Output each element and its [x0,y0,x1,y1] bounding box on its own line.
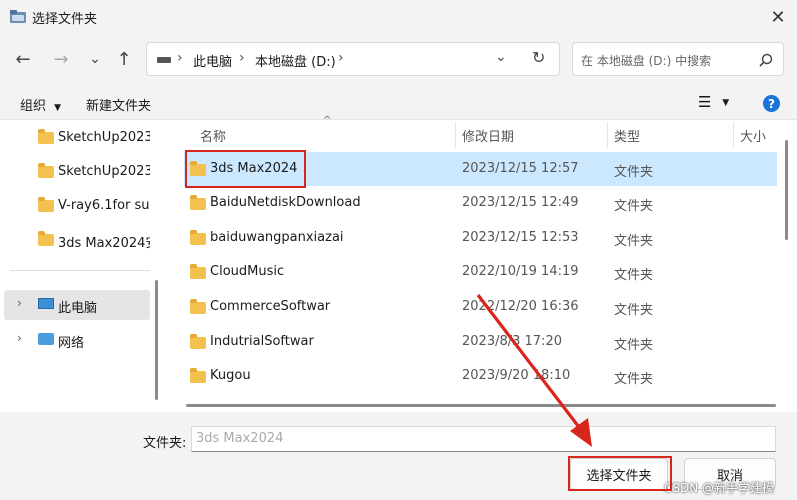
navigation-pane: SketchUp2023 SketchUp2023 V-ray6.1for su… [0,120,162,412]
refresh-icon: ↻ [532,48,546,67]
chevron-right-icon: › [17,296,22,310]
up-button[interactable]: ↑ [113,48,135,70]
new-folder-button[interactable]: 新建文件夹 [86,95,151,114]
folder-icon [38,129,54,144]
file-date: 2022/10/19 14:19 [462,264,579,279]
column-divider [607,122,608,148]
file-type: 文件夹 [614,234,654,249]
file-date: 2023/12/15 12:57 [462,161,579,176]
help-button[interactable]: ? [763,95,780,112]
refresh-button[interactable]: ↻ [532,48,545,67]
title-bar [0,0,797,34]
column-divider [733,122,734,148]
divider [10,270,150,271]
file-type: 文件夹 [614,165,654,180]
red-arrow [476,294,592,447]
vertical-scrollbar[interactable] [785,140,788,240]
chevron-down-icon: ⌄ [89,51,101,67]
column-header-date[interactable]: 修改日期 [462,126,514,145]
chevron-right-icon: › [177,50,183,66]
folder-field-label: 文件夹: [143,436,187,451]
drive-icon [157,57,171,63]
sidebar-item-this-pc[interactable]: › 此电脑 [4,290,150,320]
folder-name-value: 3ds Max2024 [196,431,284,446]
chevron-right-icon: › [338,50,344,66]
computer-icon [38,298,54,309]
folder-icon [190,299,206,314]
search-icon [759,53,773,67]
watermark: CSDN @新手学建模 [664,481,775,495]
window-title: 选择文件夹 [32,12,98,27]
sidebar-item-network[interactable]: › 网络 [4,325,150,355]
file-name: CommerceSoftwar [210,299,331,314]
caret-down-icon: ▼ [54,103,62,113]
sort-up-icon: ^ [323,115,332,126]
folder-icon [190,264,206,279]
sidebar-item-sketchup-2[interactable]: SketchUp2023 [58,164,150,179]
folder-icon [190,230,206,245]
file-name: CloudMusic [210,264,285,279]
file-type: 文件夹 [614,338,654,353]
help-icon: ? [768,96,775,111]
breadcrumb-drive-d[interactable]: 本地磁盘 (D:) [255,51,336,70]
arrow-up-icon: ↑ [116,48,132,70]
file-name: IndutrialSoftwar [210,334,314,349]
file-type: 文件夹 [614,372,654,387]
highlight-box-button [568,456,672,491]
network-icon [38,333,54,345]
breadcrumb-this-pc[interactable]: 此电脑 [193,51,232,70]
organize-button[interactable]: 组织 ▼ [20,95,61,114]
file-type: 文件夹 [614,199,654,214]
address-history-button[interactable]: ⌄ [495,49,507,65]
folder-icon [190,334,206,349]
caret-down-icon: ▼ [722,98,730,108]
this-pc-label: 此电脑 [58,301,98,316]
search-box[interactable]: 在 本地磁盘 (D:) 中搜索 [572,42,784,76]
folder-icon [38,231,54,246]
close-button[interactable]: ✕ [762,2,794,32]
folder-icon [38,197,54,212]
file-type: 文件夹 [614,268,654,283]
highlight-box-folder [185,150,306,188]
file-date: 2023/12/15 12:49 [462,195,579,210]
search-input[interactable]: 在 本地磁盘 (D:) 中搜索 [581,52,711,69]
folder-icon [38,163,54,178]
column-header-name[interactable]: 名称 [200,126,226,145]
organize-label: 组织 [20,99,47,114]
sidebar-item-sketchup-1[interactable]: SketchUp2023 [58,130,150,145]
sidebar-item-vray[interactable]: V-ray6.1for su2 [58,198,150,213]
file-name: baiduwangpanxiazai [210,230,344,245]
chevron-right-icon: › [17,331,22,345]
file-type: 文件夹 [614,303,654,318]
close-icon: ✕ [770,6,786,28]
sidebar-scrollbar[interactable] [155,280,158,400]
file-row[interactable]: BaiduNetdiskDownload 2023/12/15 12:49 文件… [184,186,777,220]
file-name: Kugou [210,368,251,383]
forward-button[interactable]: → [50,48,72,70]
back-button[interactable]: ← [12,48,34,70]
column-header-type[interactable]: 类型 [614,126,640,145]
arrow-left-icon: ← [15,48,31,70]
list-view-icon: ☰ [698,93,712,111]
file-name: BaiduNetdiskDownload [210,195,361,210]
view-options-button[interactable]: ☰ ▼ [698,93,729,111]
file-row[interactable]: CloudMusic 2022/10/19 14:19 文件夹 [184,255,777,289]
column-divider [455,122,456,148]
network-label: 网络 [58,336,85,351]
recent-locations-button[interactable]: ⌄ [84,48,106,70]
column-header-size[interactable]: 大小 [740,126,766,145]
folder-icon [190,195,206,210]
file-row[interactable]: baiduwangpanxiazai 2023/12/15 12:53 文件夹 [184,221,777,255]
chevron-down-icon: ⌄ [495,49,507,65]
address-bar[interactable]: › 此电脑 › 本地磁盘 (D:) › ⌄ ↻ [146,42,560,76]
file-date: 2023/12/15 12:53 [462,230,579,245]
folder-app-icon [10,10,26,23]
sidebar-item-3dsmax[interactable]: 3ds Max2024安 [58,232,150,251]
arrow-right-icon: → [53,48,69,70]
folder-icon [190,368,206,383]
chevron-right-icon: › [239,50,245,66]
